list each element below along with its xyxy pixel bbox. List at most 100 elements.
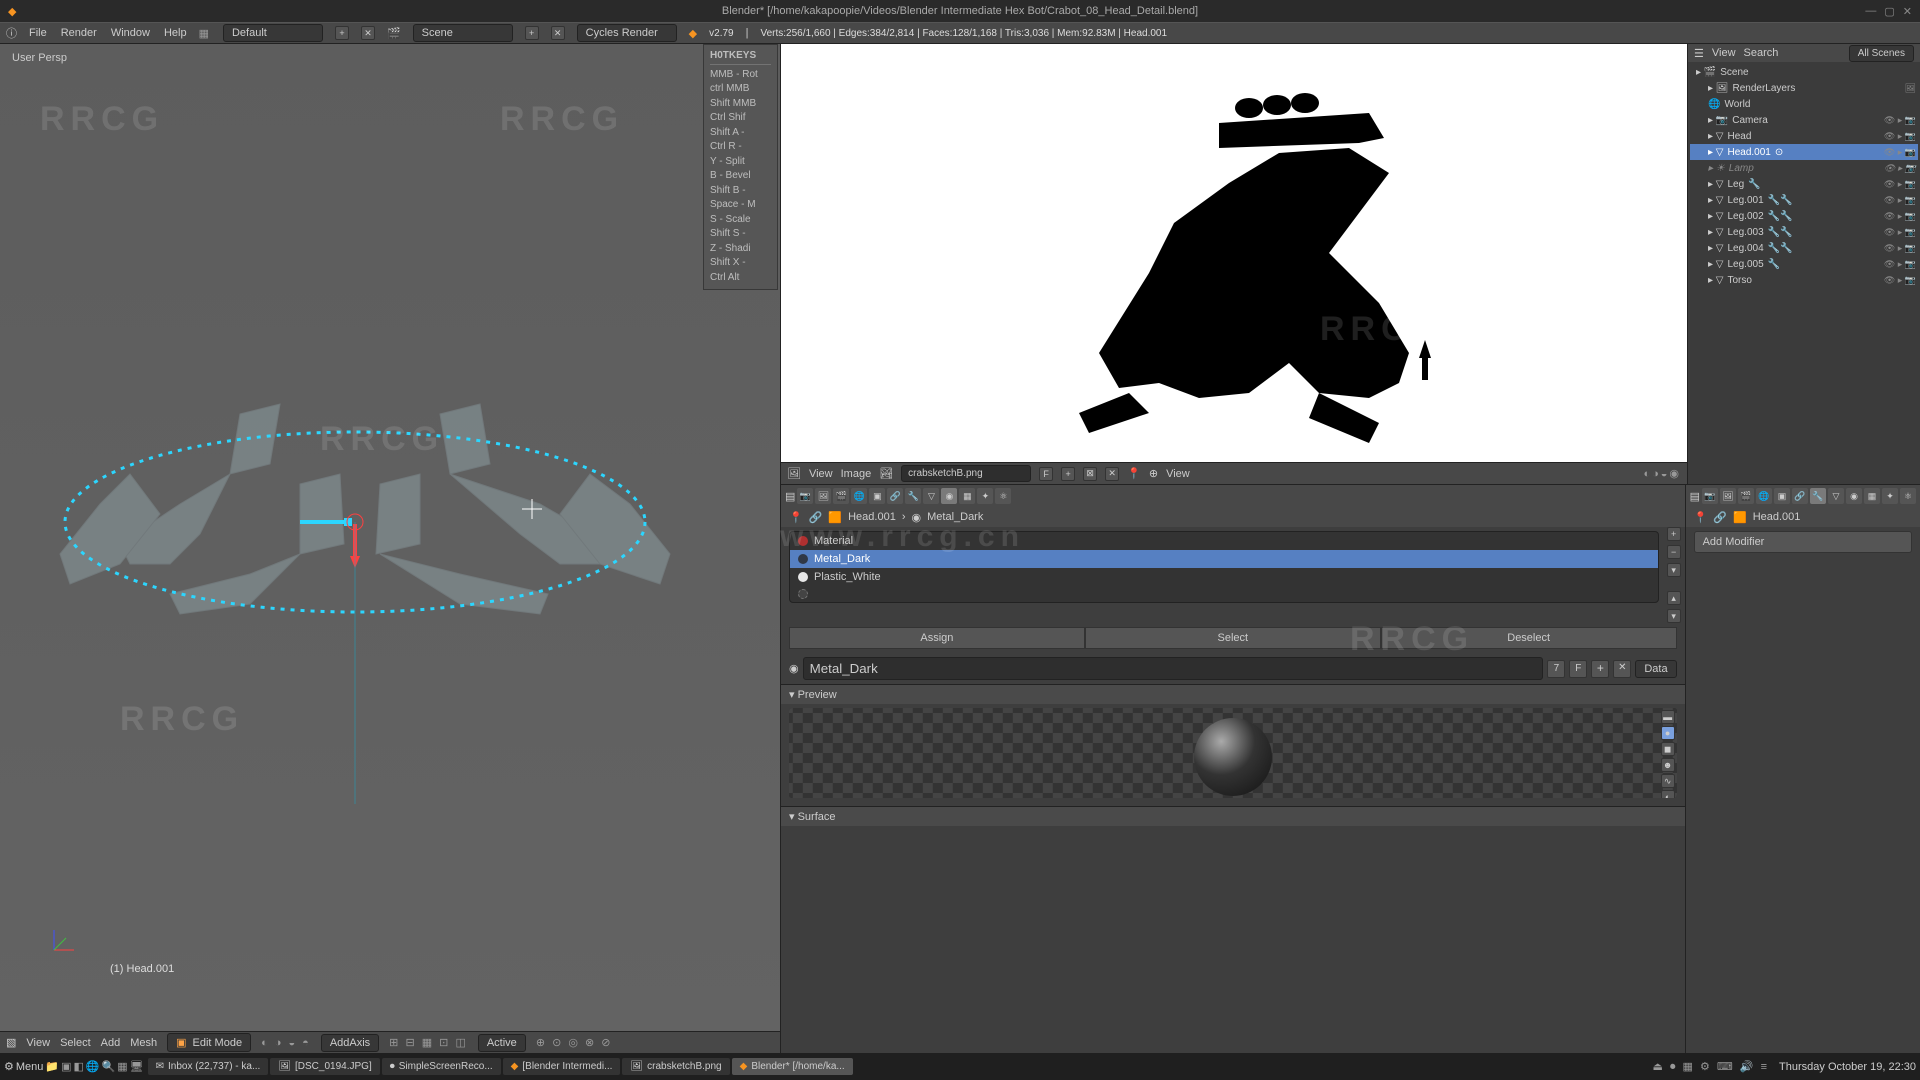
mat-users-count[interactable]: 7 [1547, 660, 1565, 678]
material-slot-list[interactable]: Material Metal_Dark Plastic_White [789, 531, 1659, 603]
shading-icons[interactable]: ◐ ◑ ◒ ◓ [261, 1037, 311, 1049]
img-pin-icon[interactable]: 📍 [1127, 467, 1141, 480]
img-unlink-button[interactable]: ⊠ [1083, 467, 1097, 481]
preview-sphere-btn[interactable]: ● [1661, 726, 1675, 740]
img-menu-image[interactable]: Image [841, 468, 872, 480]
outliner-menu-search[interactable]: Search [1744, 47, 1779, 59]
addaxis-dropdown[interactable]: AddAxis [321, 1034, 379, 1052]
material-name-field[interactable] [803, 657, 1544, 680]
taskbar-item-sketch[interactable]: 🖼 crabsketchB.png [622, 1058, 729, 1075]
image-canvas[interactable] [781, 44, 1687, 462]
material-slot-2[interactable]: Metal_Dark [790, 550, 1658, 568]
preview-hair[interactable]: ∿ [1661, 774, 1675, 788]
material-slot-3[interactable]: Plastic_White [790, 568, 1658, 586]
img-editor-icon[interactable]: 🖼 [787, 467, 801, 480]
tab-data[interactable]: ▽ [923, 488, 939, 504]
scene-remove-button[interactable]: ✕ [551, 26, 565, 40]
img-channel-icons[interactable]: ◐◑◒◉ [1643, 467, 1681, 480]
systray-icons[interactable]: ⏏ ⏺ ▦ ⚙ ⌨ 🔊 ≡ [1653, 1060, 1769, 1074]
tab-particles[interactable]: ✦ [977, 488, 993, 504]
layout-dropdown[interactable]: Default [223, 24, 323, 42]
tree-row-camera[interactable]: ▸ 📷 Camera👁 ▸ 📷 [1690, 112, 1918, 128]
tab-material[interactable]: ◉ [941, 488, 957, 504]
outliner-filter-dropdown[interactable]: All Scenes [1849, 45, 1914, 62]
outliner-editor-icon[interactable]: ☰ [1694, 47, 1704, 60]
mat-slot-add[interactable]: + [1667, 527, 1681, 541]
mat-unlink-button[interactable]: ✕ [1613, 660, 1631, 678]
tree-row-leg002[interactable]: ▸ ▽ Leg.002 🔧🔧👁 ▸ 📷 [1690, 208, 1918, 224]
preview-flat[interactable]: ▬ [1661, 710, 1675, 724]
surface-panel-header[interactable]: ▾ Surface [781, 806, 1685, 826]
pin-icon-2[interactable]: 📍 [1694, 511, 1708, 524]
tree-row-leg005[interactable]: ▸ ▽ Leg.005 🔧👁 ▸ 📷 [1690, 256, 1918, 272]
snap-icons[interactable]: ⊞ ⊟ ▦ ⊡ ◫ [389, 1036, 468, 1049]
engine-dropdown[interactable]: Cycles Render [577, 24, 677, 42]
mat-new-button[interactable]: + [1591, 660, 1609, 678]
tab2-renderlayers[interactable]: 🖼 [1720, 488, 1736, 504]
assign-button[interactable]: Assign [789, 627, 1085, 649]
vp-menu-mesh[interactable]: Mesh [130, 1037, 157, 1049]
taskbar-item-dsc[interactable]: 🖼 [DSC_0194.JPG] [270, 1058, 379, 1075]
tree-row-leg003[interactable]: ▸ ▽ Leg.003 🔧🔧👁 ▸ 📷 [1690, 224, 1918, 240]
img-f-button[interactable]: F [1039, 467, 1053, 481]
material-slot-1[interactable]: Material [790, 532, 1658, 550]
tab2-physics[interactable]: ⚛ [1900, 488, 1916, 504]
tab-object[interactable]: ▣ [869, 488, 885, 504]
editor-type-icon[interactable]: ⓘ [6, 25, 17, 41]
tab2-data[interactable]: ▽ [1828, 488, 1844, 504]
material-slot-empty[interactable] [790, 586, 1658, 602]
tree-row-leg[interactable]: ▸ ▽ Leg 🔧👁 ▸ 📷 [1690, 176, 1918, 192]
minimize-button[interactable]: — [1865, 5, 1876, 18]
mat-slot-remove[interactable]: − [1667, 545, 1681, 559]
tab2-constraints[interactable]: 🔗 [1792, 488, 1808, 504]
tab2-modifiers[interactable]: 🔧 [1810, 488, 1826, 504]
img-pivot-icon[interactable]: ⊕ [1149, 467, 1158, 480]
add-modifier-button[interactable]: Add Modifier [1694, 531, 1912, 553]
mat-slot-menu[interactable]: ▾ [1667, 563, 1681, 577]
menu-window[interactable]: Window [111, 27, 150, 39]
layout-grid-icon[interactable]: ▦ [199, 27, 211, 40]
tree-row-head[interactable]: ▸ ▽ Head👁 ▸ 📷 [1690, 128, 1918, 144]
mat-fake-user[interactable]: F [1569, 660, 1587, 678]
tab-render[interactable]: 📷 [797, 488, 813, 504]
scene-dropdown[interactable]: Scene [413, 24, 513, 42]
vp-menu-view[interactable]: View [26, 1037, 50, 1049]
preview-panel-header[interactable]: ▾ Preview [781, 684, 1685, 704]
taskbar-item-blender1[interactable]: ◆ [Blender Intermedi... [503, 1058, 621, 1075]
taskbar-item-inbox[interactable]: ✉ Inbox (22,737) - ka... [148, 1058, 269, 1075]
img-remove-button[interactable]: ✕ [1105, 467, 1119, 481]
img-add-button[interactable]: + [1061, 467, 1075, 481]
menu-file[interactable]: File [29, 27, 47, 39]
landscape-icon[interactable]: 🏞 [879, 467, 893, 480]
outliner-menu-view[interactable]: View [1712, 47, 1736, 59]
tab2-object[interactable]: ▣ [1774, 488, 1790, 504]
start-menu-icon[interactable]: ⚙ [4, 1060, 14, 1073]
vp-menu-add[interactable]: Add [101, 1037, 121, 1049]
close-button[interactable]: ✕ [1903, 5, 1912, 18]
mat-slot-up[interactable]: ▴ [1667, 591, 1681, 605]
tree-row-renderlayers[interactable]: ▸ 🖼 RenderLayers🖼 [1690, 80, 1918, 96]
tree-row-scene[interactable]: ▸ 🎬 Scene [1690, 64, 1918, 80]
quicklaunch-icons[interactable]: 📁▣◧🌐🔍▦🖥 [45, 1060, 145, 1073]
tab-renderlayers[interactable]: 🖼 [815, 488, 831, 504]
preview-cube[interactable]: ◼ [1661, 742, 1675, 756]
tree-row-head001[interactable]: ▸ ▽ Head.001 ⊙👁 ▸ 📷 [1690, 144, 1918, 160]
image-file-field[interactable] [901, 465, 1031, 482]
tab-modifiers[interactable]: 🔧 [905, 488, 921, 504]
preview-world[interactable]: ◐ [1661, 790, 1675, 798]
select-button[interactable]: Select [1085, 627, 1381, 649]
tab-texture[interactable]: ▦ [959, 488, 975, 504]
pin-icon[interactable]: 📍 [789, 511, 803, 524]
tree-row-leg001[interactable]: ▸ ▽ Leg.001 🔧🔧👁 ▸ 📷 [1690, 192, 1918, 208]
mode-dropdown[interactable]: ▣Edit Mode [167, 1033, 251, 1052]
tab-scene[interactable]: 🎬 [833, 488, 849, 504]
tab-physics[interactable]: ⚛ [995, 488, 1011, 504]
3d-viewport[interactable]: User Persp [0, 44, 780, 1031]
tab2-material[interactable]: ◉ [1846, 488, 1862, 504]
tree-row-lamp[interactable]: ▸ ☀ Lamp👁 ▸ 📷 [1690, 160, 1918, 176]
layout-remove-button[interactable]: ✕ [361, 26, 375, 40]
tree-row-leg004[interactable]: ▸ ▽ Leg.004 🔧🔧👁 ▸ 📷 [1690, 240, 1918, 256]
tab2-scene[interactable]: 🎬 [1738, 488, 1754, 504]
tab2-texture[interactable]: ▦ [1864, 488, 1880, 504]
tab-constraints[interactable]: 🔗 [887, 488, 903, 504]
